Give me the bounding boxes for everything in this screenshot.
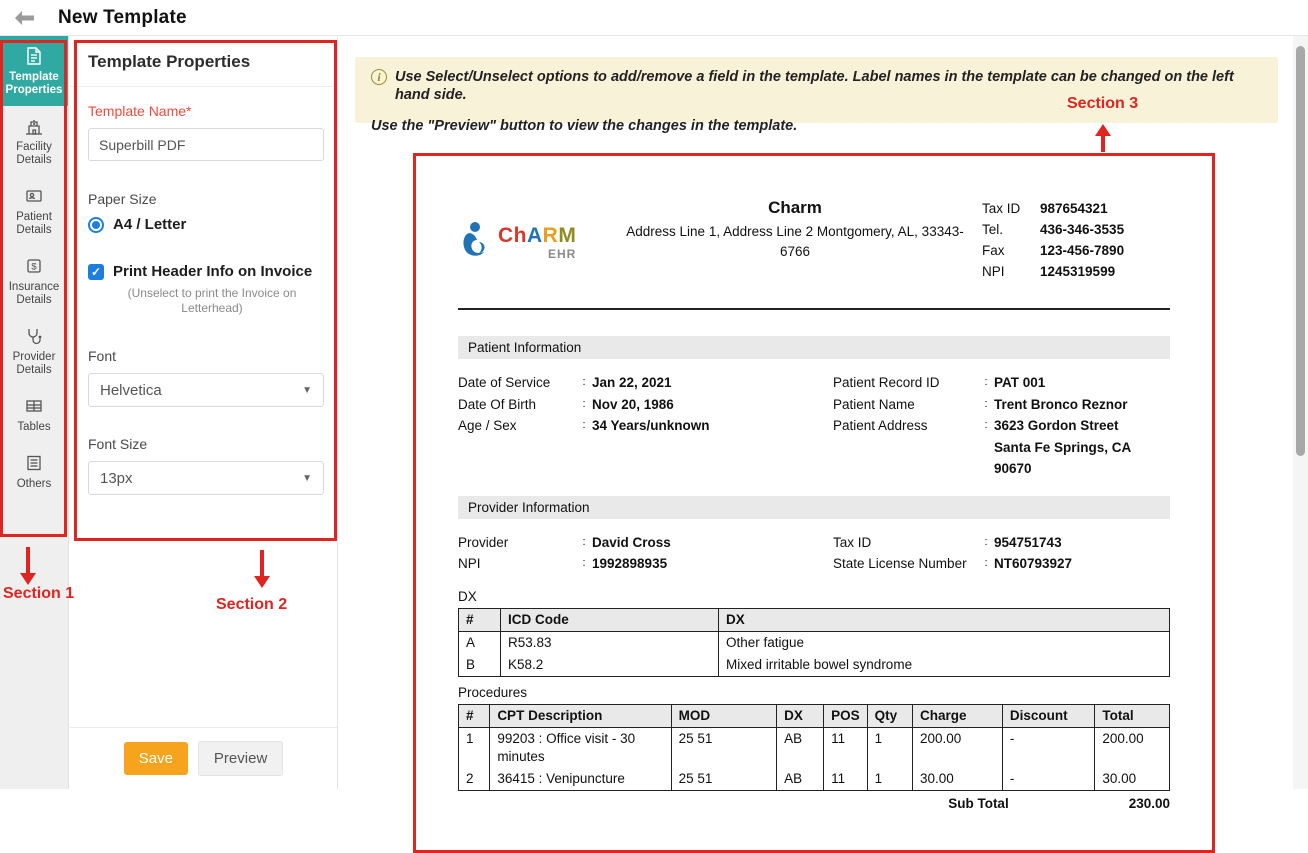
print-header-checkbox-row[interactable]: ✓ Print Header Info on Invoice <box>88 263 321 280</box>
sidebar-item-label: Facility Details <box>2 141 66 167</box>
patient-information-header: Patient Information <box>458 336 1170 359</box>
provider-information-grid: ProviderDavid Cross NPI1992898935 Tax ID… <box>458 532 1170 575</box>
procedures-table: # CPT Description MOD DX POS Qty Charge … <box>458 704 1170 791</box>
stethoscope-icon <box>24 326 44 346</box>
contact-row: Tax ID987654321 <box>982 198 1170 219</box>
charm-logo-mark-icon <box>458 220 492 267</box>
font-select[interactable]: Helvetica ▼ <box>88 373 324 407</box>
page-title: New Template <box>58 7 187 29</box>
procedure-row: 236415 : Venipuncture 25 51AB 111 30.00-… <box>459 768 1170 791</box>
sidebar-item-tables[interactable]: Tables <box>0 386 68 443</box>
clinic-header: ChARM EHR Charm Address Line 1, Address … <box>458 196 1170 282</box>
info-row: Patient Address 3623 Gordon StreetSanta … <box>833 415 1170 480</box>
subtotal-row: Sub Total 230.00 <box>458 796 1170 811</box>
info-row: Date of ServiceJan 22, 2021 <box>458 372 833 394</box>
chevron-down-icon: ▼ <box>302 473 312 484</box>
sidebar-item-template-properties[interactable]: Template Properties <box>0 36 68 106</box>
dx-row: AR53.83Other fatigue <box>459 631 1170 654</box>
info-row: NPI1992898935 <box>458 553 833 575</box>
superbill-document: ChARM EHR Charm Address Line 1, Address … <box>416 156 1212 811</box>
section2-annotation-label: Section 2 <box>216 596 287 614</box>
preview-button[interactable]: Preview <box>198 741 283 776</box>
sidebar-item-label: Template Properties <box>2 71 66 97</box>
save-button[interactable]: Save <box>124 742 188 775</box>
info-row: ProviderDavid Cross <box>458 532 833 554</box>
info-row: Date Of BirthNov 20, 1986 <box>458 394 833 416</box>
sidebar-item-facility-details[interactable]: Facility Details <box>0 106 68 176</box>
paper-size-label: Paper Size <box>88 191 321 207</box>
back-arrow-icon[interactable] <box>14 10 48 26</box>
info-row: Patient Record IDPAT 001 <box>833 372 1170 394</box>
sidebar-item-insurance-details[interactable]: $ Insurance Details <box>0 246 68 316</box>
sidebar-item-patient-details[interactable]: Patient Details <box>0 176 68 246</box>
info-icon: i <box>371 69 387 85</box>
banner-line2: Use the "Preview" button to view the cha… <box>371 117 1262 135</box>
charm-logo-text: ChARM <box>498 224 576 247</box>
info-row: Age / Sex34 Years/unknown <box>458 415 833 437</box>
charm-logo-sub-text: EHR <box>498 247 576 261</box>
table-icon <box>24 396 44 416</box>
dx-table: #ICD CodeDX AR53.83Other fatigue BK58.2M… <box>458 608 1170 677</box>
contact-row: Fax123-456-7890 <box>982 240 1170 261</box>
radio-selected-icon <box>88 217 104 233</box>
info-row: Patient NameTrent Bronco Reznor <box>833 394 1170 416</box>
paper-size-option-label: A4 / Letter <box>113 216 186 233</box>
template-name-label: Template Name* <box>88 103 321 119</box>
font-size-select[interactable]: 13px ▼ <box>88 461 324 495</box>
font-selected-value: Helvetica <box>100 382 162 399</box>
info-row: Tax ID954751743 <box>833 532 1170 554</box>
sidebar-item-label: Tables <box>17 421 50 434</box>
dollar-icon: $ <box>24 256 44 276</box>
sidebar-item-label: Patient Details <box>2 211 66 237</box>
print-header-label: Print Header Info on Invoice <box>113 263 312 280</box>
font-label: Font <box>88 348 321 364</box>
document-lines-icon <box>24 46 44 66</box>
info-row: State License NumberNT60793927 <box>833 553 1170 575</box>
panel-footer: Save Preview <box>70 727 337 789</box>
svg-text:$: $ <box>31 262 37 273</box>
template-name-input[interactable] <box>88 128 324 161</box>
list-lines-icon <box>24 453 44 473</box>
section1-annotation-label: Section 1 <box>3 585 74 603</box>
dx-row: BK58.2Mixed irritable bowel syndrome <box>459 654 1170 677</box>
info-banner: i Use Select/Unselect options to add/rem… <box>355 57 1278 123</box>
vertical-scrollbar-thumb[interactable] <box>1296 46 1305 456</box>
contact-row: Tel.436-346-3535 <box>982 219 1170 240</box>
font-size-selected-value: 13px <box>100 470 133 487</box>
charm-logo: ChARM EHR <box>458 196 608 282</box>
panel-title: Template Properties <box>70 36 337 87</box>
procedures-table-title: Procedures <box>458 685 1170 700</box>
id-card-icon <box>24 186 44 206</box>
top-bar: New Template <box>0 0 1308 36</box>
sidebar-item-provider-details[interactable]: Provider Details <box>0 316 68 386</box>
chevron-down-icon: ▼ <box>302 385 312 396</box>
sidebar-item-others[interactable]: Others <box>0 443 68 500</box>
section3-annotation-label: Section 3 <box>1067 95 1138 113</box>
provider-information-header: Provider Information <box>458 496 1170 519</box>
template-properties-panel: Template Properties Template Name* Paper… <box>70 36 338 789</box>
vertical-scrollbar-track[interactable] <box>1293 36 1308 789</box>
patient-information-grid: Date of ServiceJan 22, 2021 Date Of Birt… <box>458 372 1170 480</box>
clinic-address: Address Line 1, Address Line 2 Montgomer… <box>608 222 982 262</box>
checkbox-checked-icon: ✓ <box>88 264 104 280</box>
print-header-hint: (Unselect to print the Invoice on Letter… <box>102 286 322 316</box>
template-preview-pane[interactable]: ChARM EHR Charm Address Line 1, Address … <box>413 153 1215 853</box>
hospital-building-icon <box>24 116 44 136</box>
dx-table-title: DX <box>458 589 1170 604</box>
procedure-row: 199203 : Office visit - 30 minutes 25 51… <box>459 727 1170 768</box>
font-size-label: Font Size <box>88 436 321 452</box>
sidebar-item-label: Insurance Details <box>2 281 66 307</box>
template-sections-sidebar: Template Properties Facility Details Pat… <box>0 36 69 789</box>
header-divider <box>458 308 1170 310</box>
contact-row: NPI1245319599 <box>982 261 1170 282</box>
clinic-contact-block: Tax ID987654321 Tel.436-346-3535 Fax123-… <box>982 196 1170 282</box>
sidebar-item-label: Provider Details <box>2 351 66 377</box>
sidebar-item-label: Others <box>17 478 52 491</box>
clinic-name: Charm <box>608 198 982 218</box>
paper-size-radio-a4-letter[interactable]: A4 / Letter <box>88 216 321 233</box>
